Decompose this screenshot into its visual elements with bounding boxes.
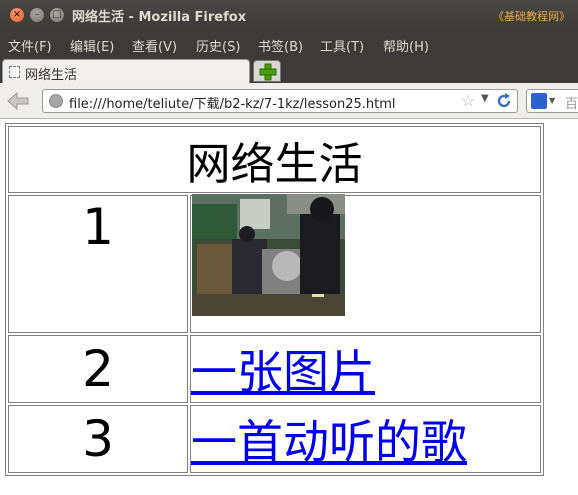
window-title: 网络生活 - Mozilla Firefox: [72, 10, 247, 25]
row-number: 1: [8, 195, 188, 333]
row-number: 3: [8, 405, 188, 473]
tab-active[interactable]: 网络生活: [2, 59, 250, 83]
image-cell: [190, 194, 541, 333]
menu-bookmarks[interactable]: 书签(B): [258, 36, 303, 55]
search-input[interactable]: 百: [565, 93, 578, 112]
url-dropdown-icon[interactable]: ▼: [481, 93, 489, 104]
page-icon: [9, 66, 20, 78]
menu-history[interactable]: 历史(S): [196, 36, 240, 55]
image-link[interactable]: 一张图片: [191, 345, 375, 399]
page-content: 网络生活 1 2 一张图片 3 一首动听的歌: [0, 119, 578, 495]
search-engine-dropdown-icon[interactable]: ▼: [549, 96, 555, 105]
table-row: 2 一张图片: [8, 335, 541, 403]
reload-icon[interactable]: [495, 92, 513, 110]
link-cell: 一首动听的歌: [190, 405, 541, 473]
menubar: 文件(F) 编辑(E) 查看(V) 历史(S) 书签(B) 工具(T) 帮助(H…: [0, 30, 578, 57]
tab-bar: 网络生活: [0, 57, 578, 83]
close-icon[interactable]: ×: [10, 8, 24, 22]
back-button[interactable]: [4, 89, 32, 113]
url-input[interactable]: file:///home/teliute/下载/b2-kz/7-1kz/less…: [69, 93, 396, 112]
search-bar[interactable]: 🐾 ▼ 百: [526, 89, 578, 113]
url-bar[interactable]: file:///home/teliute/下载/b2-kz/7-1kz/less…: [42, 89, 518, 113]
plus-icon: [259, 63, 277, 81]
table-row: 1: [8, 194, 541, 333]
watermark: 《基础教程网》: [493, 10, 570, 23]
bookmark-star-icon[interactable]: ☆: [461, 91, 475, 110]
maximize-icon[interactable]: □: [50, 8, 64, 22]
classroom-photo[interactable]: [192, 194, 345, 316]
table-row: 3 一首动听的歌: [8, 405, 541, 473]
window-titlebar: × – □ 网络生活 - Mozilla Firefox 《基础教程网》: [0, 0, 578, 30]
globe-icon: [49, 94, 63, 108]
menu-tools[interactable]: 工具(T): [320, 36, 364, 55]
menu-file[interactable]: 文件(F): [8, 36, 52, 55]
baidu-icon[interactable]: 🐾: [531, 93, 547, 109]
link-cell: 一张图片: [190, 335, 541, 403]
back-arrow-icon: [7, 91, 29, 111]
page-heading: 网络生活: [8, 126, 541, 193]
row-number: 2: [8, 335, 188, 403]
navigation-toolbar: file:///home/teliute/下载/b2-kz/7-1kz/less…: [0, 83, 578, 119]
new-tab-button[interactable]: [253, 60, 281, 82]
content-table: 网络生活 1 2 一张图片 3 一首动听的歌: [5, 123, 544, 476]
minimize-icon[interactable]: –: [30, 8, 44, 22]
song-link[interactable]: 一首动听的歌: [191, 415, 467, 469]
menu-view[interactable]: 查看(V): [132, 36, 177, 55]
menu-edit[interactable]: 编辑(E): [70, 36, 114, 55]
menu-help[interactable]: 帮助(H): [383, 36, 429, 55]
tab-label: 网络生活: [25, 68, 78, 83]
